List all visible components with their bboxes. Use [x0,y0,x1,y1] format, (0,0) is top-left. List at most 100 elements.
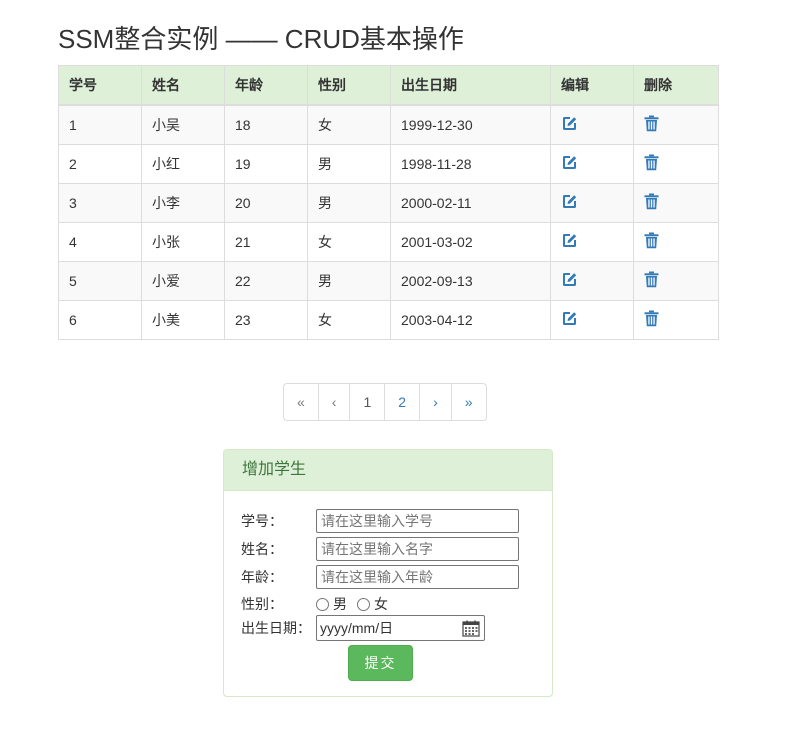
trash-icon[interactable] [644,115,659,132]
age-input[interactable] [316,565,519,589]
cell-gender: 男 [307,144,391,184]
cell-id: 3 [58,183,142,223]
trash-icon[interactable] [644,193,659,210]
name-row: 姓名： [241,537,519,561]
cell-age: 19 [224,144,308,184]
header-delete: 删除 [633,65,719,106]
cell-edit [550,222,634,262]
cell-name: 小李 [141,183,225,223]
gender-female-radio[interactable] [357,597,370,611]
cell-birth: 2002-09-13 [390,261,551,301]
cell-name: 小张 [141,222,225,262]
pagination: « ‹ 1 2 › » [283,383,487,421]
trash-icon[interactable] [644,232,659,249]
cell-name: 小美 [141,300,225,340]
cell-id: 2 [58,144,142,184]
header-gender: 性别 [307,65,391,106]
cell-name: 小爱 [141,261,225,301]
cell-name: 小红 [141,144,225,184]
name-label: 姓名： [241,541,283,557]
header-edit: 编辑 [550,65,634,106]
birth-date-placeholder: yyyy/mm/日 [320,620,394,636]
cell-edit [550,300,634,340]
id-row: 学号： [241,509,519,533]
table-row: 1 小吴 18 女 1999-12-30 [58,104,719,145]
cell-delete [633,261,719,301]
edit-icon[interactable] [561,310,578,327]
cell-birth: 2003-04-12 [390,300,551,340]
header-name: 姓名 [141,65,225,106]
last-page-link[interactable]: » [450,383,487,421]
cell-id: 6 [58,300,142,340]
name-input[interactable] [316,537,519,561]
header-id: 学号 [58,65,142,106]
edit-icon[interactable] [561,193,578,210]
cell-edit [550,261,634,301]
cell-delete [633,222,719,262]
trash-icon[interactable] [644,154,659,171]
cell-edit [550,183,634,223]
cell-edit [550,104,634,145]
cell-delete [633,183,719,223]
cell-id: 1 [58,104,142,145]
gender-male-option[interactable]: 男 [316,594,347,614]
gender-female-label: 女 [374,596,388,612]
table-row: 5 小爱 22 男 2002-09-13 [58,261,719,301]
cell-delete [633,144,719,184]
cell-delete [633,104,719,145]
table-row: 3 小李 20 男 2000-02-11 [58,183,719,223]
birth-row: 出生日期： yyyy/mm/日 [241,615,485,641]
page-link-1[interactable]: 1 [349,383,386,421]
table-row: 6 小美 23 女 2003-04-12 [58,300,719,340]
trash-icon[interactable] [644,271,659,288]
birth-label: 出生日期： [241,620,311,636]
panel-heading: 增加学生 [224,450,552,491]
next-page-link[interactable]: › [419,383,452,421]
cell-gender: 女 [307,300,391,340]
cell-age: 22 [224,261,308,301]
cell-age: 23 [224,300,308,340]
cell-birth: 1998-11-28 [390,144,551,184]
trash-icon[interactable] [644,310,659,327]
cell-gender: 女 [307,222,391,262]
age-row: 年龄： [241,565,519,589]
gender-female-option[interactable]: 女 [357,594,388,614]
page-link-2[interactable]: 2 [384,383,421,421]
gender-male-radio[interactable] [316,597,329,611]
cell-birth: 2001-03-02 [390,222,551,262]
add-student-panel: 增加学生 学号： 姓名： 年龄： 性别： 男 女 出生日期： yyyy/mm/日 [223,449,553,697]
first-page-link[interactable]: « [283,383,319,421]
cell-id: 5 [58,261,142,301]
page-title: SSM整合实例 —— CRUD基本操作 [58,24,464,54]
student-table: 学号 姓名 年龄 性别 出生日期 编辑 删除 1 小吴 18 女 1999-12-30 2… [58,65,719,340]
edit-icon[interactable] [561,115,578,132]
edit-icon[interactable] [561,154,578,171]
id-input[interactable] [316,509,519,533]
cell-edit [550,144,634,184]
cell-gender: 男 [307,183,391,223]
table-header-row: 学号 姓名 年龄 性别 出生日期 编辑 删除 [58,65,719,106]
cell-id: 4 [58,222,142,262]
cell-delete [633,300,719,340]
edit-icon[interactable] [561,271,578,288]
submit-button[interactable]: 提交 [348,645,413,681]
cell-birth: 2000-02-11 [390,183,551,223]
prev-page-link[interactable]: ‹ [317,383,351,421]
cell-gender: 男 [307,261,391,301]
header-age: 年龄 [224,65,308,106]
edit-icon[interactable] [561,232,578,249]
table-row: 4 小张 21 女 2001-03-02 [58,222,719,262]
table-row: 2 小红 19 男 1998-11-28 [58,144,719,184]
cell-age: 20 [224,183,308,223]
cell-age: 18 [224,104,308,145]
birth-date-input[interactable]: yyyy/mm/日 [316,615,485,641]
cell-gender: 女 [307,104,391,145]
cell-birth: 1999-12-30 [390,104,551,145]
cell-name: 小吴 [141,104,225,145]
age-label: 年龄： [241,569,283,585]
gender-row: 性别： 男 女 [241,594,398,614]
gender-male-label: 男 [333,596,347,612]
calendar-icon[interactable] [462,620,480,637]
gender-label: 性别： [241,596,283,612]
id-label: 学号： [241,513,283,529]
